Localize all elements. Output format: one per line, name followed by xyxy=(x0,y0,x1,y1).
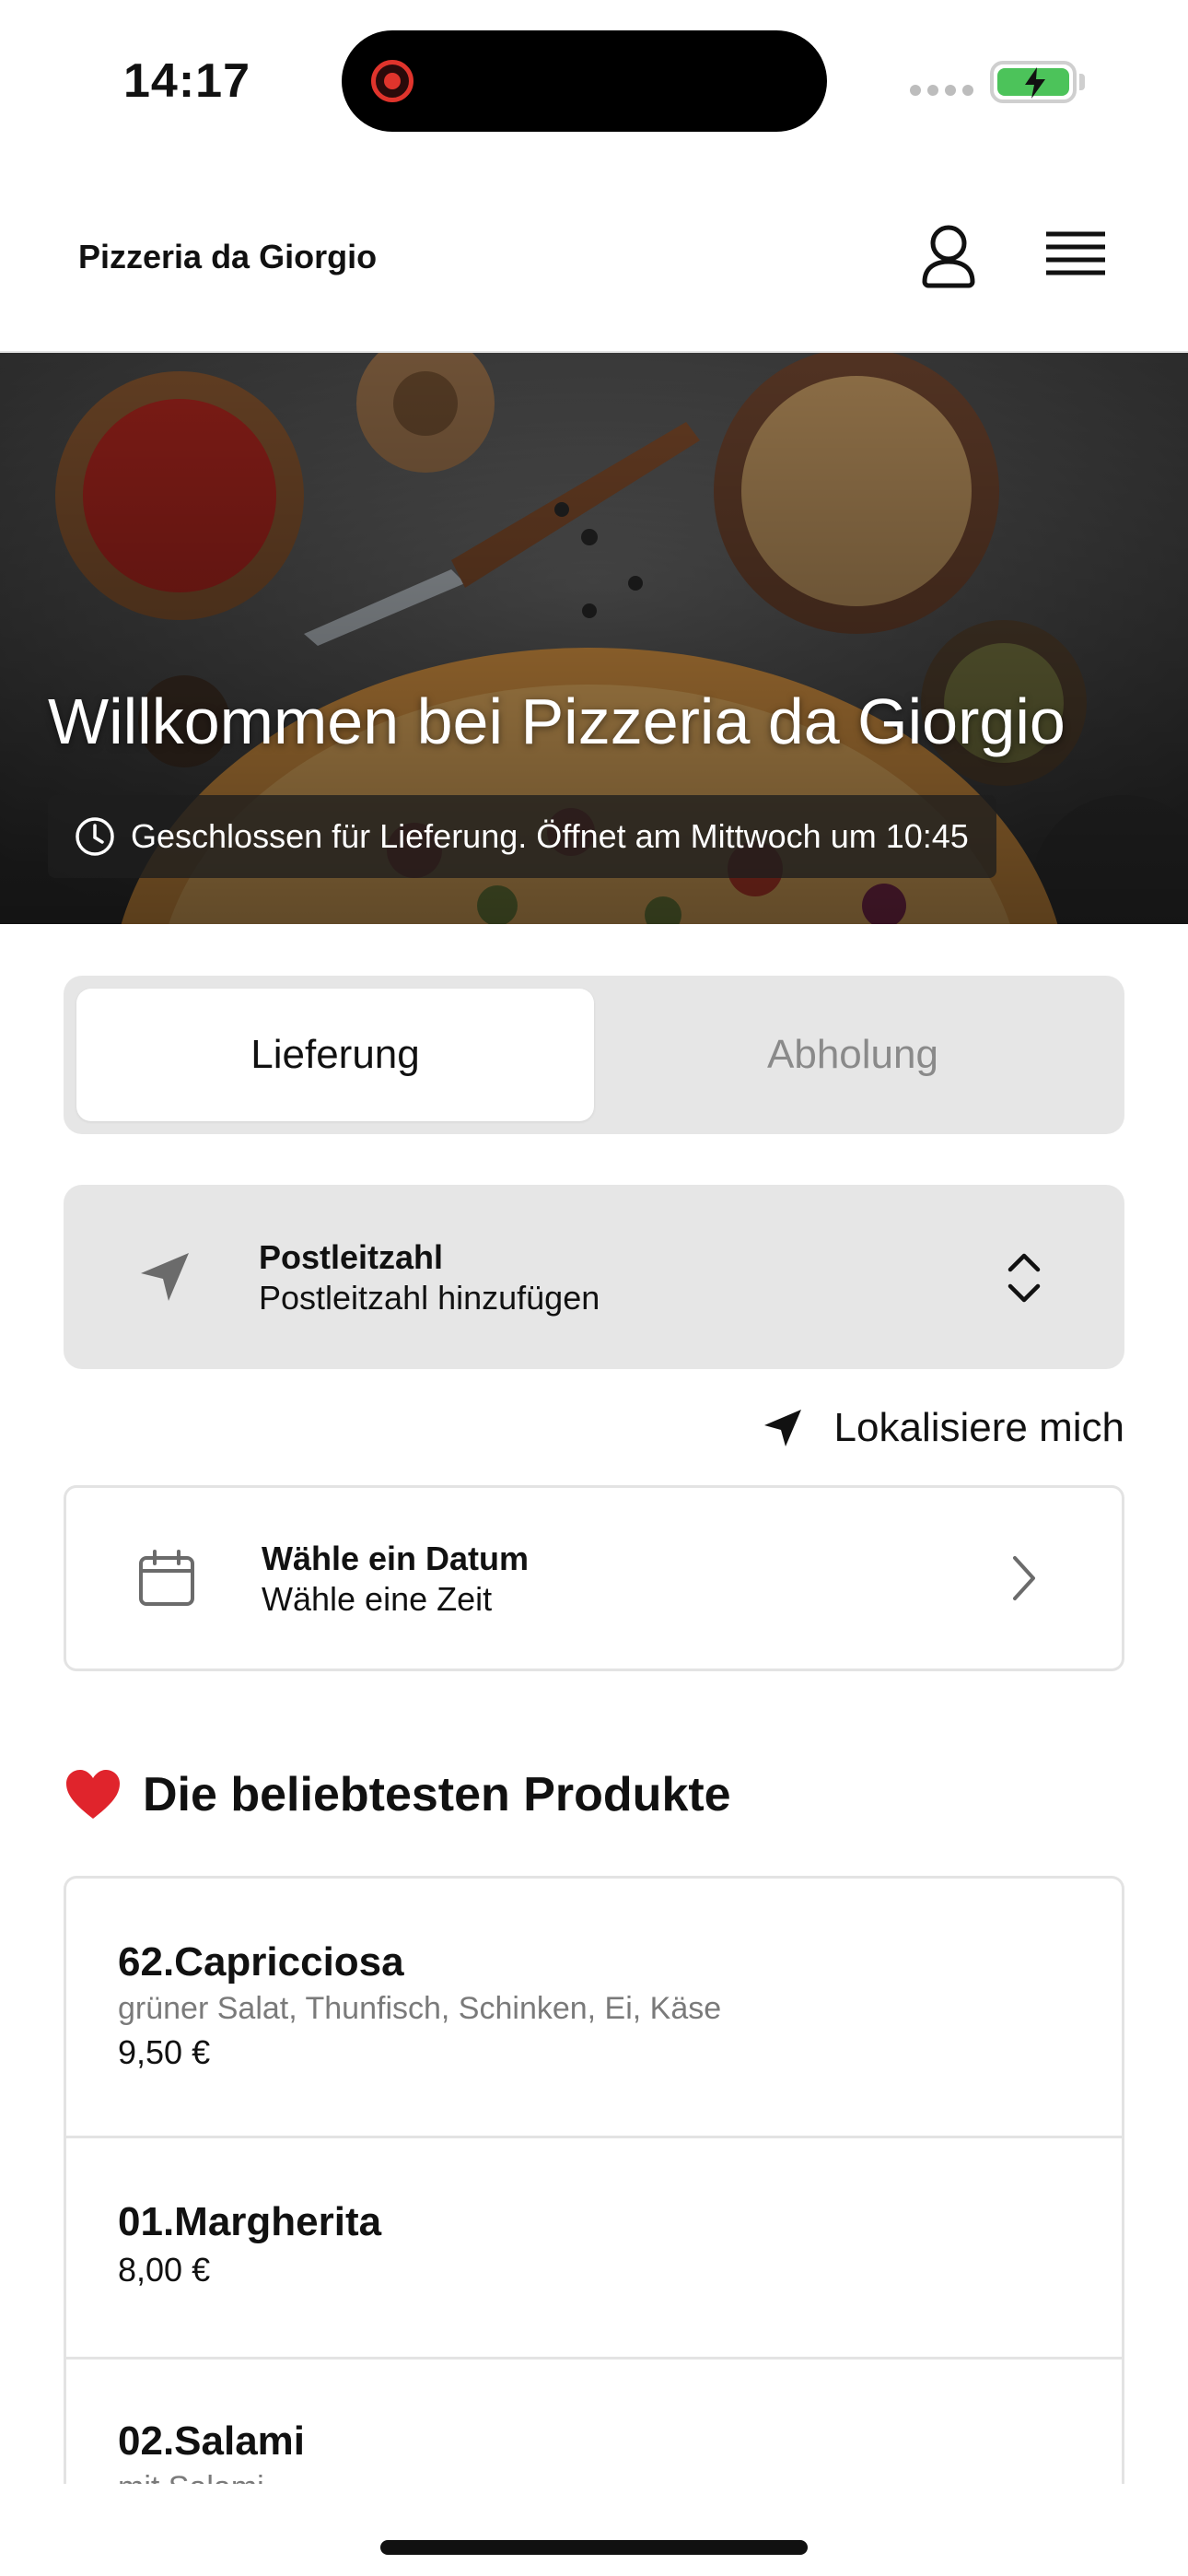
locate-me-label: Lokalisiere mich xyxy=(833,1405,1124,1450)
red-heart-icon xyxy=(66,1770,120,1819)
menu-button[interactable] xyxy=(1039,221,1112,295)
dynamic-island xyxy=(342,30,827,132)
date-time-picker[interactable]: Wähle ein Datum Wähle eine Zeit xyxy=(64,1485,1124,1671)
tab-pickup[interactable]: Abholung xyxy=(594,989,1112,1121)
cellular-signal-icon xyxy=(910,85,974,98)
clock-icon xyxy=(76,817,114,856)
status-time: 14:17 xyxy=(123,54,250,108)
app-header: Pizzeria da Giorgio xyxy=(0,157,1188,353)
navigation-arrow-icon xyxy=(141,1253,189,1301)
postcode-selector[interactable]: Postleitzahl Postleitzahl hinzufügen xyxy=(64,1185,1124,1369)
battery-cap xyxy=(1079,74,1085,90)
postcode-placeholder: Postleitzahl hinzufügen xyxy=(259,1279,600,1317)
popular-products-list: 62.Capricciosa grüner Salat, Thunfisch, … xyxy=(64,1876,1124,2484)
screen-recording-icon xyxy=(371,60,413,102)
product-price: 8,00 € xyxy=(118,2251,211,2289)
time-picker-subtitle: Wähle eine Zeit xyxy=(262,1580,493,1618)
battery-icon xyxy=(990,61,1077,103)
chevron-right-icon xyxy=(1013,1556,1035,1600)
product-description: grüner Salat, Thunfisch, Schinken, Ei, K… xyxy=(118,1991,722,2026)
product-name: 01.Margherita xyxy=(118,2199,382,2244)
hero-title: Willkommen bei Pizzeria da Giorgio xyxy=(48,685,1066,757)
product-item[interactable]: 02.Salami mit Salami xyxy=(66,2359,1122,2484)
order-mode-switch: Lieferung Abholung xyxy=(64,976,1124,1134)
popular-products-heading: Die beliebtesten Produkte xyxy=(64,1767,731,1822)
hero-banner: Willkommen bei Pizzeria da Giorgio Gesch… xyxy=(0,353,1188,924)
location-arrow-icon xyxy=(763,1410,801,1446)
opening-status-text: Geschlossen für Lieferung. Öffnet am Mit… xyxy=(131,817,969,855)
brand-name[interactable]: Pizzeria da Giorgio xyxy=(78,238,377,276)
tab-delivery[interactable]: Lieferung xyxy=(76,989,594,1121)
user-account-button[interactable] xyxy=(912,221,985,295)
status-bar: 14:17 xyxy=(0,0,1188,157)
product-price: 9,50 € xyxy=(118,2033,211,2071)
product-item[interactable]: 62.Capricciosa grüner Salat, Thunfisch, … xyxy=(66,1879,1122,2138)
hamburger-menu-icon xyxy=(1046,231,1105,275)
product-name: 62.Capricciosa xyxy=(118,1939,404,1985)
locate-me-button[interactable]: Lokalisiere mich xyxy=(761,1400,1124,1456)
chevron-up-down-icon xyxy=(1007,1253,1041,1303)
postcode-label: Postleitzahl xyxy=(259,1238,444,1276)
product-name: 02.Salami xyxy=(118,2418,306,2464)
home-indicator[interactable] xyxy=(380,2540,808,2555)
product-item[interactable]: 01.Margherita 8,00 € xyxy=(66,2138,1122,2359)
product-description: mit Salami xyxy=(118,2470,264,2484)
calendar-icon xyxy=(139,1550,194,1606)
popular-products-title: Die beliebtesten Produkte xyxy=(143,1768,731,1821)
date-picker-title: Wähle ein Datum xyxy=(262,1540,530,1577)
opening-status-badge: Geschlossen für Lieferung. Öffnet am Mit… xyxy=(48,795,996,878)
user-icon xyxy=(922,225,975,288)
